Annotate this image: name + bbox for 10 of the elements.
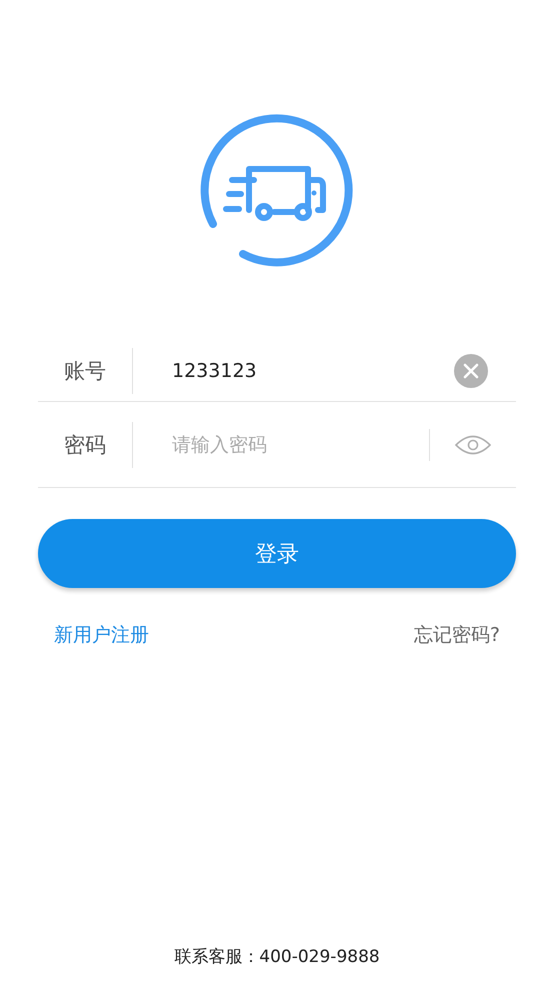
eye-icon[interactable] — [454, 434, 492, 456]
field-label: 账号 — [63, 358, 107, 384]
field-label: 密码 — [63, 432, 107, 458]
login-button[interactable]: 登录 — [38, 519, 516, 588]
account-field[interactable]: 1233123 — [133, 350, 454, 390]
forgot-password-link[interactable]: 忘记密码? — [414, 622, 500, 648]
customer-service-phone: 联系客服：400-029-9888 — [174, 946, 380, 968]
register-link[interactable]: 新用户注册 — [54, 622, 149, 648]
clear-icon[interactable] — [454, 354, 488, 388]
password-field[interactable]: 请输入密码 — [133, 424, 429, 464]
